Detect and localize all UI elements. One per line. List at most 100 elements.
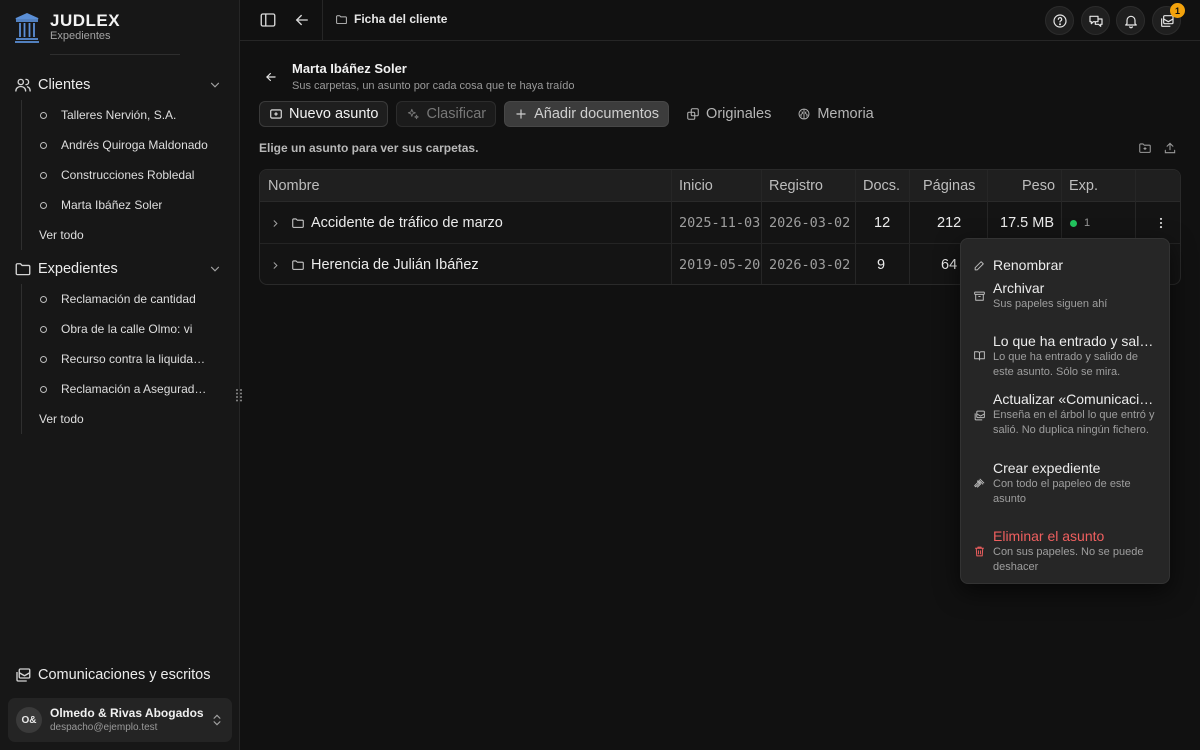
- menu-item-description: Con sus papeles. No se puede deshacer: [993, 546, 1144, 573]
- bell-icon: [1123, 13, 1139, 29]
- bullet-icon: [40, 295, 47, 303]
- sidebar-item-case[interactable]: Reclamación a Aseguradora: [22, 374, 232, 404]
- see-all-cases-link[interactable]: Ver todo: [22, 404, 232, 434]
- sidebar-item-client[interactable]: Marta Ibáñez Soler: [22, 190, 232, 220]
- column-header-name[interactable]: Nombre: [268, 170, 320, 202]
- cases-list: Reclamación de cantidad Obra de la calle…: [21, 284, 232, 434]
- breadcrumb: Ficha del cliente: [335, 12, 447, 26]
- sidebar-item-client[interactable]: Andrés Quiroga Maldonado: [22, 130, 232, 160]
- brand-subtitle: Expedientes: [50, 30, 111, 42]
- chevron-down-icon[interactable]: [208, 78, 222, 92]
- trash-icon: [973, 545, 986, 558]
- plus-icon: [514, 107, 528, 121]
- more-options-icon[interactable]: [1154, 216, 1168, 230]
- brand-name: JUDLEX: [50, 11, 121, 30]
- matter-name: Accidente de tráfico de marzo: [311, 215, 503, 231]
- classify-button[interactable]: Clasificar: [396, 101, 497, 127]
- messages-button[interactable]: [1081, 6, 1110, 35]
- column-header-exp[interactable]: Exp.: [1069, 170, 1098, 202]
- status-dot: [1070, 219, 1077, 227]
- brand-divider: [50, 54, 180, 55]
- bullet-icon: [40, 111, 47, 119]
- sidebar-section-clients[interactable]: Clientes: [8, 70, 232, 100]
- breadcrumb-label: Ficha del cliente: [354, 12, 448, 26]
- chevron-right-icon[interactable]: [270, 218, 281, 229]
- sidebar-item-case[interactable]: Obra de la calle Olmo: vi: [22, 314, 232, 344]
- matter-context-menu: Renombrar Archivar Sus papeles siguen ah…: [960, 238, 1170, 584]
- archive-box-icon: [973, 290, 986, 303]
- help-button[interactable]: [1045, 6, 1074, 35]
- menu-item-archive[interactable]: Archivar Sus papeles siguen ahí: [961, 275, 1171, 319]
- topbar: Ficha del cliente 1: [240, 0, 1200, 41]
- back-arrow-icon[interactable]: [293, 11, 311, 29]
- help-circle-icon: [1052, 13, 1068, 29]
- menu-item-delete[interactable]: Eliminar el asunto Con sus papeles. No s…: [961, 525, 1171, 579]
- brand[interactable]: JUDLEX Expedientes: [14, 12, 120, 43]
- docs-count: 12: [874, 215, 891, 231]
- documents-stack-icon: [14, 666, 32, 684]
- docs-count: 9: [877, 257, 886, 273]
- chevron-right-icon: [973, 478, 985, 490]
- table-header: Nombre Inicio Registro Docs. Páginas Pes…: [260, 170, 1180, 202]
- sidebar-item-case[interactable]: Recurso contra la liquidación: [22, 344, 232, 374]
- new-matter-button[interactable]: Nuevo asunto: [259, 101, 389, 127]
- toolbar: Nuevo asunto Clasificar Añadir documento…: [259, 101, 883, 127]
- sidebar-section-label: Clientes: [38, 77, 91, 93]
- menu-item-title: Actualizar «Comunicaciones»: [993, 391, 1155, 407]
- sidebar-item-client[interactable]: Talleres Nervión, S.A.: [22, 100, 232, 130]
- bullet-icon: [40, 385, 47, 393]
- menu-item-create-case[interactable]: Crear expediente Con todo el papeleo de …: [961, 457, 1171, 511]
- column-header-docs[interactable]: Docs.: [863, 170, 900, 202]
- add-documents-button[interactable]: Añadir documentos: [504, 101, 670, 127]
- column-header-pages[interactable]: Páginas: [923, 170, 975, 202]
- menu-item-update-communications[interactable]: Actualizar «Comunicaciones» Enseña en el…: [961, 389, 1171, 443]
- menu-item-title: Crear expediente: [993, 460, 1101, 476]
- folder-icon: [291, 258, 305, 272]
- menu-item-title: Renombrar: [993, 257, 1064, 273]
- see-all-clients-link[interactable]: Ver todo: [22, 220, 232, 250]
- originals-button[interactable]: Originales: [677, 101, 780, 127]
- sidebar-item-client[interactable]: Construcciones Robledal: [22, 160, 232, 190]
- bullet-icon: [40, 141, 47, 149]
- memory-button[interactable]: Memoria: [788, 101, 882, 127]
- menu-item-title: Eliminar el asunto: [993, 528, 1105, 544]
- pencil-icon: [973, 259, 986, 272]
- account-switcher[interactable]: O& Olmedo & Rivas Abogados despacho@ejem…: [8, 698, 232, 742]
- new-folder-icon[interactable]: [1138, 141, 1152, 155]
- column-header-registry[interactable]: Registro: [769, 170, 823, 202]
- menu-item-title: Archivar: [993, 280, 1045, 296]
- notification-badge: 1: [1170, 3, 1185, 18]
- bullet-icon: [40, 201, 47, 209]
- upload-icon[interactable]: [1163, 141, 1177, 155]
- inbox-button[interactable]: 1: [1152, 3, 1185, 35]
- brain-icon: [797, 107, 811, 121]
- matter-name: Herencia de Julián Ibáñez: [311, 257, 479, 273]
- column-header-weight[interactable]: Peso: [1022, 170, 1055, 202]
- open-book-icon: [973, 349, 986, 362]
- folder-icon: [291, 216, 305, 230]
- chevron-down-icon[interactable]: [208, 262, 222, 276]
- menu-item-description: Con todo el papeleo de este asunto: [993, 478, 1131, 505]
- back-to-clients-icon[interactable]: [264, 70, 278, 84]
- toggle-sidebar-icon[interactable]: [259, 11, 277, 29]
- menu-item-in-out[interactable]: Lo que ha entrado y salido Lo que ha ent…: [961, 329, 1171, 381]
- folder-open-icon: [335, 13, 348, 26]
- communications-label: Comunicaciones y escritos: [38, 667, 211, 683]
- sidebar-section-label: Expedientes: [38, 261, 118, 277]
- selection-hint: Elige un asunto para ver sus carpetas.: [259, 141, 479, 155]
- sidebar: JUDLEX Expedientes Clientes Talleres Ner…: [0, 0, 240, 750]
- chevron-right-icon[interactable]: [270, 260, 281, 271]
- menu-item-title: Lo que ha entrado y salido: [993, 333, 1155, 349]
- notifications-button[interactable]: [1116, 6, 1145, 35]
- sidebar-item-case[interactable]: Reclamación de cantidad: [22, 284, 232, 314]
- pages-count: 64: [941, 257, 958, 273]
- folder-plus-icon: [269, 107, 283, 121]
- sidebar-resize-handle-icon[interactable]: [235, 388, 243, 402]
- account-email: despacho@ejemplo.test: [50, 722, 158, 733]
- registry-date: 2026-03-02: [769, 215, 851, 231]
- users-icon: [14, 76, 32, 94]
- sidebar-section-cases[interactable]: Expedientes: [8, 254, 232, 284]
- column-header-start[interactable]: Inicio: [679, 170, 713, 202]
- sidebar-item-communications[interactable]: Comunicaciones y escritos: [8, 660, 232, 690]
- menu-item-description: Sus papeles siguen ahí: [993, 298, 1108, 310]
